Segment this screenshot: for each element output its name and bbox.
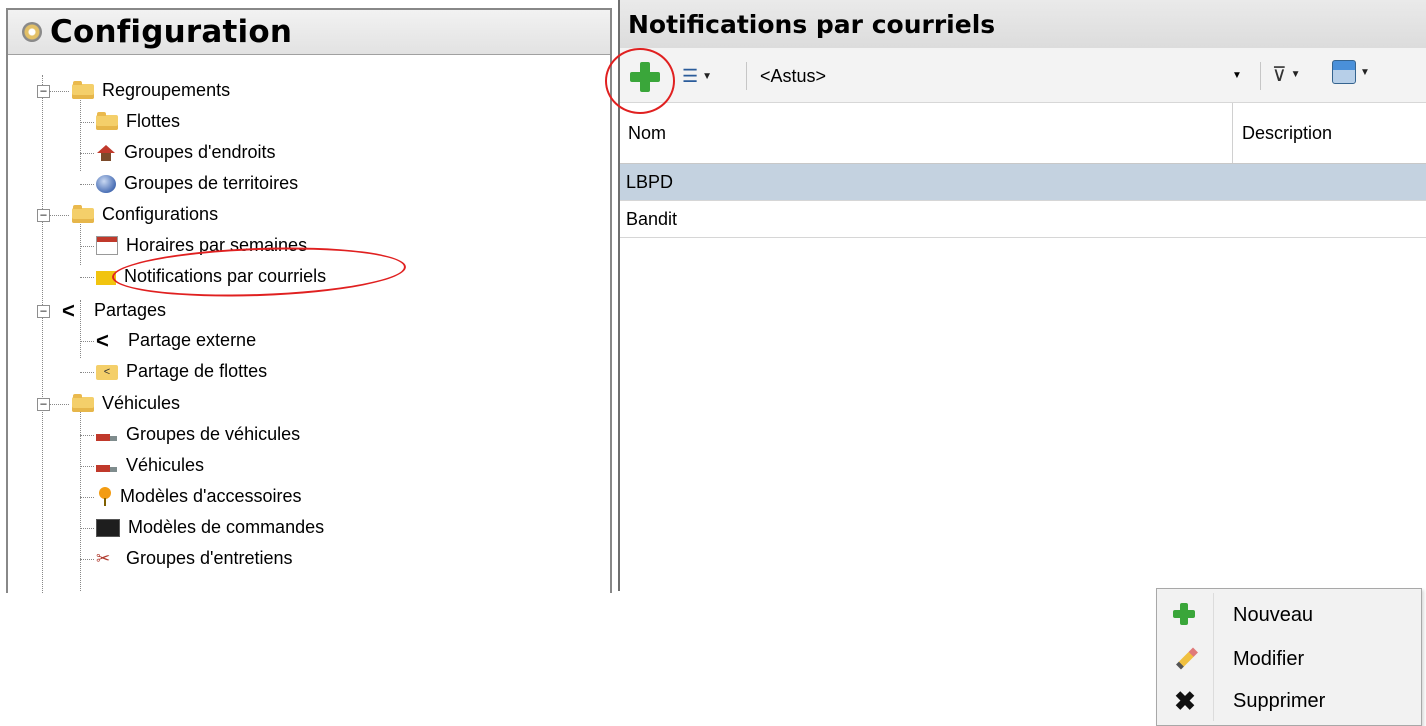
tree-node-configurations[interactable]: Configurations: [72, 199, 218, 230]
truck-icon: [96, 432, 118, 442]
menu-item-label: Modifier: [1233, 647, 1305, 670]
chevron-down-icon: ▼: [702, 70, 713, 82]
tree-node-label: Horaires par semaines: [126, 235, 308, 255]
list-icon: ☰: [682, 65, 699, 86]
tree-node-label: Groupes d'entretiens: [126, 548, 293, 568]
tree-node-label: Partage externe: [128, 330, 257, 350]
notifications-title: Notifications par courriels: [620, 0, 1426, 48]
share-icon: <: [62, 297, 75, 323]
printer-icon: [1332, 60, 1356, 84]
terminal-icon: [96, 518, 120, 537]
folder-icon: [72, 81, 94, 99]
pin-icon: [96, 486, 112, 507]
envelope-icon: [96, 271, 116, 285]
truck-icon: [96, 463, 118, 473]
calendar-icon: [96, 236, 118, 255]
tree-node-label: Configurations: [102, 204, 219, 224]
notifications-panel: Notifications par courriels ☰ ▼ <Astus> …: [618, 0, 1426, 591]
gear-icon: [22, 22, 42, 42]
wrench-icon: ✂: [96, 548, 111, 568]
menu-item-label: Supprimer: [1233, 689, 1326, 712]
tree-node-groupes-endroits[interactable]: Groupes d'endroits: [96, 137, 276, 168]
pencil-icon: [1171, 645, 1199, 673]
menu-item-label: Nouveau: [1233, 603, 1314, 626]
tree-node-label: Flottes: [126, 111, 181, 131]
x-icon: ✖: [1174, 686, 1196, 716]
tree-node-vehicules[interactable]: Véhicules: [96, 450, 204, 481]
tree-node-groupes-vehicules[interactable]: Groupes de véhicules: [96, 419, 300, 450]
add-button[interactable]: [630, 62, 660, 92]
toolbar: ☰ ▼ <Astus> ▼ ⊽ ▼ ▼: [620, 48, 1426, 103]
menu-item-nouveau[interactable]: Nouveau: [1157, 595, 1421, 635]
tree-node-partages[interactable]: < Partages: [62, 295, 166, 326]
company-selector-value: <Astus>: [760, 65, 827, 86]
chevron-down-icon: ▼: [1360, 66, 1370, 78]
table-row[interactable]: Bandit: [620, 201, 1426, 238]
tree-node-horaires[interactable]: Horaires par semaines: [96, 230, 307, 261]
folder-icon: [96, 112, 118, 130]
company-selector[interactable]: <Astus>: [760, 62, 1250, 90]
tree-node-label: Véhicules: [102, 393, 181, 413]
tree-node-flottes[interactable]: Flottes: [96, 106, 180, 137]
tree-node-label: Véhicules: [126, 455, 205, 475]
table-row[interactable]: LBPD: [620, 164, 1426, 201]
tree-node-vehicules-folder[interactable]: Véhicules: [72, 388, 180, 419]
menu-item-supprimer[interactable]: ✖ Supprimer: [1157, 681, 1421, 721]
tree-node-modeles-commandes[interactable]: Modèles de commandes: [96, 512, 324, 543]
context-menu: Nouveau Modifier ✖ Supprimer: [1156, 588, 1422, 726]
tree-node-label: Groupes de territoires: [124, 173, 299, 193]
tree-node-regroupements[interactable]: Regroupements: [72, 75, 230, 106]
globe-icon: [96, 174, 116, 193]
folder-icon: [72, 394, 94, 412]
list-view-button[interactable]: ☰ ▼: [682, 62, 712, 90]
tree-node-label: Regroupements: [102, 80, 231, 100]
tree-node-notifications[interactable]: Notifications par courriels: [96, 261, 326, 292]
filter-button[interactable]: ⊽ ▼: [1272, 62, 1301, 87]
cell-nom: LBPD: [626, 171, 674, 192]
tree-node-partage-flottes[interactable]: < Partage de flottes: [96, 356, 267, 387]
chevron-down-icon: ▼: [1290, 69, 1301, 80]
tree-node-label: Modèles d'accessoires: [120, 486, 302, 506]
column-header-nom[interactable]: Nom: [628, 123, 666, 144]
tree-node-groupes-territoires[interactable]: Groupes de territoires: [96, 168, 298, 199]
tree-node-label: Partages: [94, 300, 167, 320]
tree-node-modeles-accessoires[interactable]: Modèles d'accessoires: [96, 481, 302, 512]
grid-header: Nom Description: [620, 103, 1426, 164]
tree-node-label: Groupes d'endroits: [124, 142, 276, 162]
print-button[interactable]: ▼: [1332, 60, 1370, 84]
folder-icon: [72, 205, 94, 223]
cell-nom: Bandit: [626, 208, 678, 229]
column-header-description[interactable]: Description: [1242, 123, 1332, 144]
tree-node-label: Notifications par courriels: [124, 266, 327, 286]
tree-node-groupes-entretiens[interactable]: ✂ Groupes d'entretiens: [96, 543, 293, 574]
menu-item-modifier[interactable]: Modifier: [1157, 639, 1421, 679]
tree-node-label: Groupes de véhicules: [126, 424, 301, 444]
filter-icon: ⊽: [1272, 64, 1287, 86]
configuration-header: Configuration: [8, 10, 610, 55]
configuration-title: Configuration: [50, 14, 293, 50]
tree-node-label: Partage de flottes: [126, 361, 268, 381]
chevron-down-icon[interactable]: ▼: [1232, 70, 1242, 81]
share-icon: <: [96, 327, 109, 353]
plus-icon: [1171, 601, 1199, 629]
configuration-panel: Configuration − Regroupements Flottes Gr…: [6, 8, 612, 593]
tree-node-partage-externe[interactable]: < Partage externe: [96, 325, 256, 356]
house-icon: [96, 144, 116, 161]
shared-folder-icon: <: [96, 365, 118, 380]
collapse-partages-toggle[interactable]: −: [37, 305, 50, 318]
tree-node-label: Modèles de commandes: [128, 517, 325, 537]
